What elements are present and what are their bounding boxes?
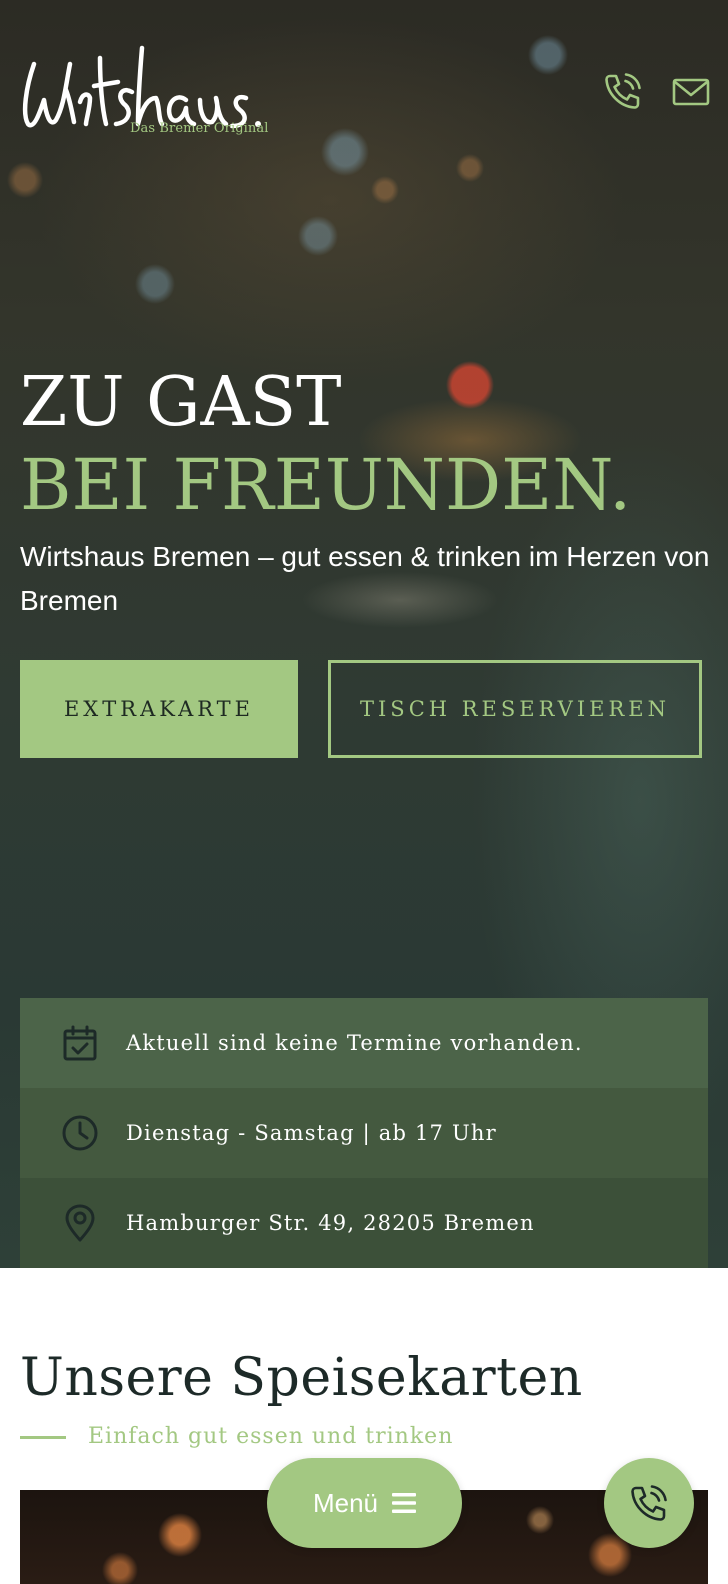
events-text: Aktuell sind keine Termine vorhanden. — [126, 1031, 583, 1055]
hamburger-icon — [392, 1493, 417, 1513]
reserve-table-button[interactable]: TISCH RESERVIEREN — [328, 660, 702, 758]
menu-button-label: Menü — [312, 1487, 379, 1518]
hero-section: Das Bremer Original ZU GAST BEI FREUNDEN… — [0, 0, 728, 1268]
map-pin-icon — [65, 1204, 95, 1242]
section-subtitle: Einfach gut essen und trinken — [88, 1424, 454, 1449]
mail-icon[interactable] — [670, 70, 712, 112]
logo-tagline: Das Bremer Original — [130, 121, 269, 136]
opening-hours-text: Dienstag - Samstag | ab 17 Uhr — [126, 1121, 497, 1145]
opening-hours-row: Dienstag - Samstag | ab 17 Uhr — [20, 1088, 708, 1178]
events-info-row: Aktuell sind keine Termine vorhanden. — [20, 998, 708, 1088]
menu-toggle-button[interactable]: Menü — [267, 1458, 462, 1548]
hero-headline: ZU GAST BEI FREUNDEN. — [20, 362, 631, 526]
address-row[interactable]: Hamburger Str. 49, 28205 Bremen — [20, 1178, 708, 1268]
headline-line-1: ZU GAST — [20, 363, 342, 442]
call-floating-button[interactable] — [604, 1458, 694, 1548]
clock-icon — [62, 1115, 98, 1151]
logo[interactable]: Das Bremer Original — [20, 42, 270, 142]
accent-divider — [20, 1436, 66, 1439]
hero-subline: Wirtshaus Bremen – gut essen & trinken i… — [20, 541, 710, 616]
extrakarte-button[interactable]: EXTRAKARTE — [20, 660, 298, 758]
phone-icon — [631, 1485, 667, 1521]
calendar-check-icon — [63, 1025, 97, 1061]
headline-line-2: BEI FREUNDEN. — [20, 444, 632, 526]
address-text: Hamburger Str. 49, 28205 Bremen — [126, 1211, 535, 1235]
section-title: Unsere Speisekarten — [20, 1348, 583, 1408]
phone-icon[interactable] — [602, 70, 644, 112]
